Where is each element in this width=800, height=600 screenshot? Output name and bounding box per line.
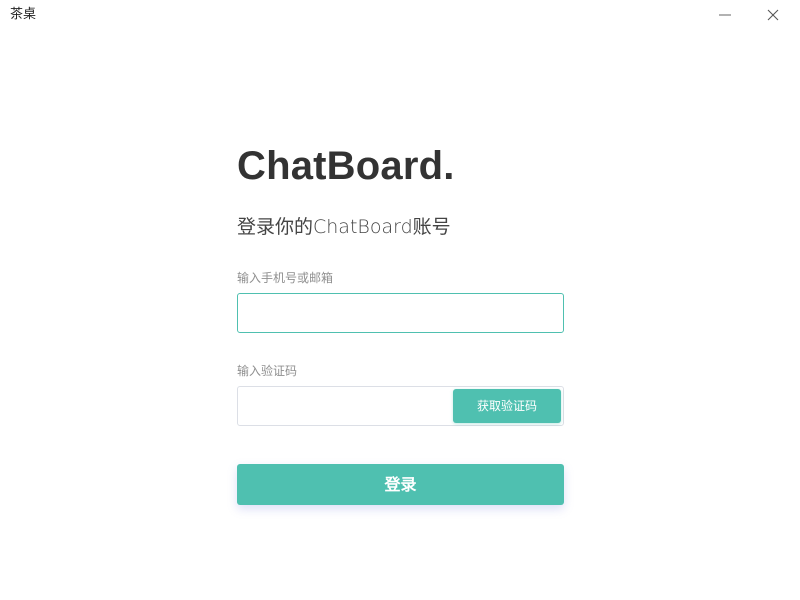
minimize-icon [719,14,731,16]
login-subtitle: 登录你的ChatBoard账号 [237,216,451,238]
login-form: ChatBoard. 登录你的ChatBoard账号 输入手机号或邮箱 输入验证… [237,140,564,505]
close-button[interactable] [750,0,796,30]
minimize-button[interactable] [702,0,748,30]
verification-code-input[interactable] [238,387,448,425]
phone-email-input[interactable] [237,293,564,333]
brand-title: ChatBoard. [237,144,455,188]
login-button[interactable]: 登录 [237,464,564,505]
get-code-button[interactable]: 获取验证码 [453,389,561,423]
close-icon [767,9,779,21]
phone-email-label: 输入手机号或邮箱 [237,271,334,285]
verification-code-label: 输入验证码 [237,364,298,378]
app-window: 茶桌 ChatBoard. 登录你的ChatBoard账号 输入手机号或邮箱 输… [0,0,800,600]
verification-code-field: 获取验证码 [237,386,564,426]
title-bar: 茶桌 [0,0,800,30]
app-title: 茶桌 [10,7,37,22]
